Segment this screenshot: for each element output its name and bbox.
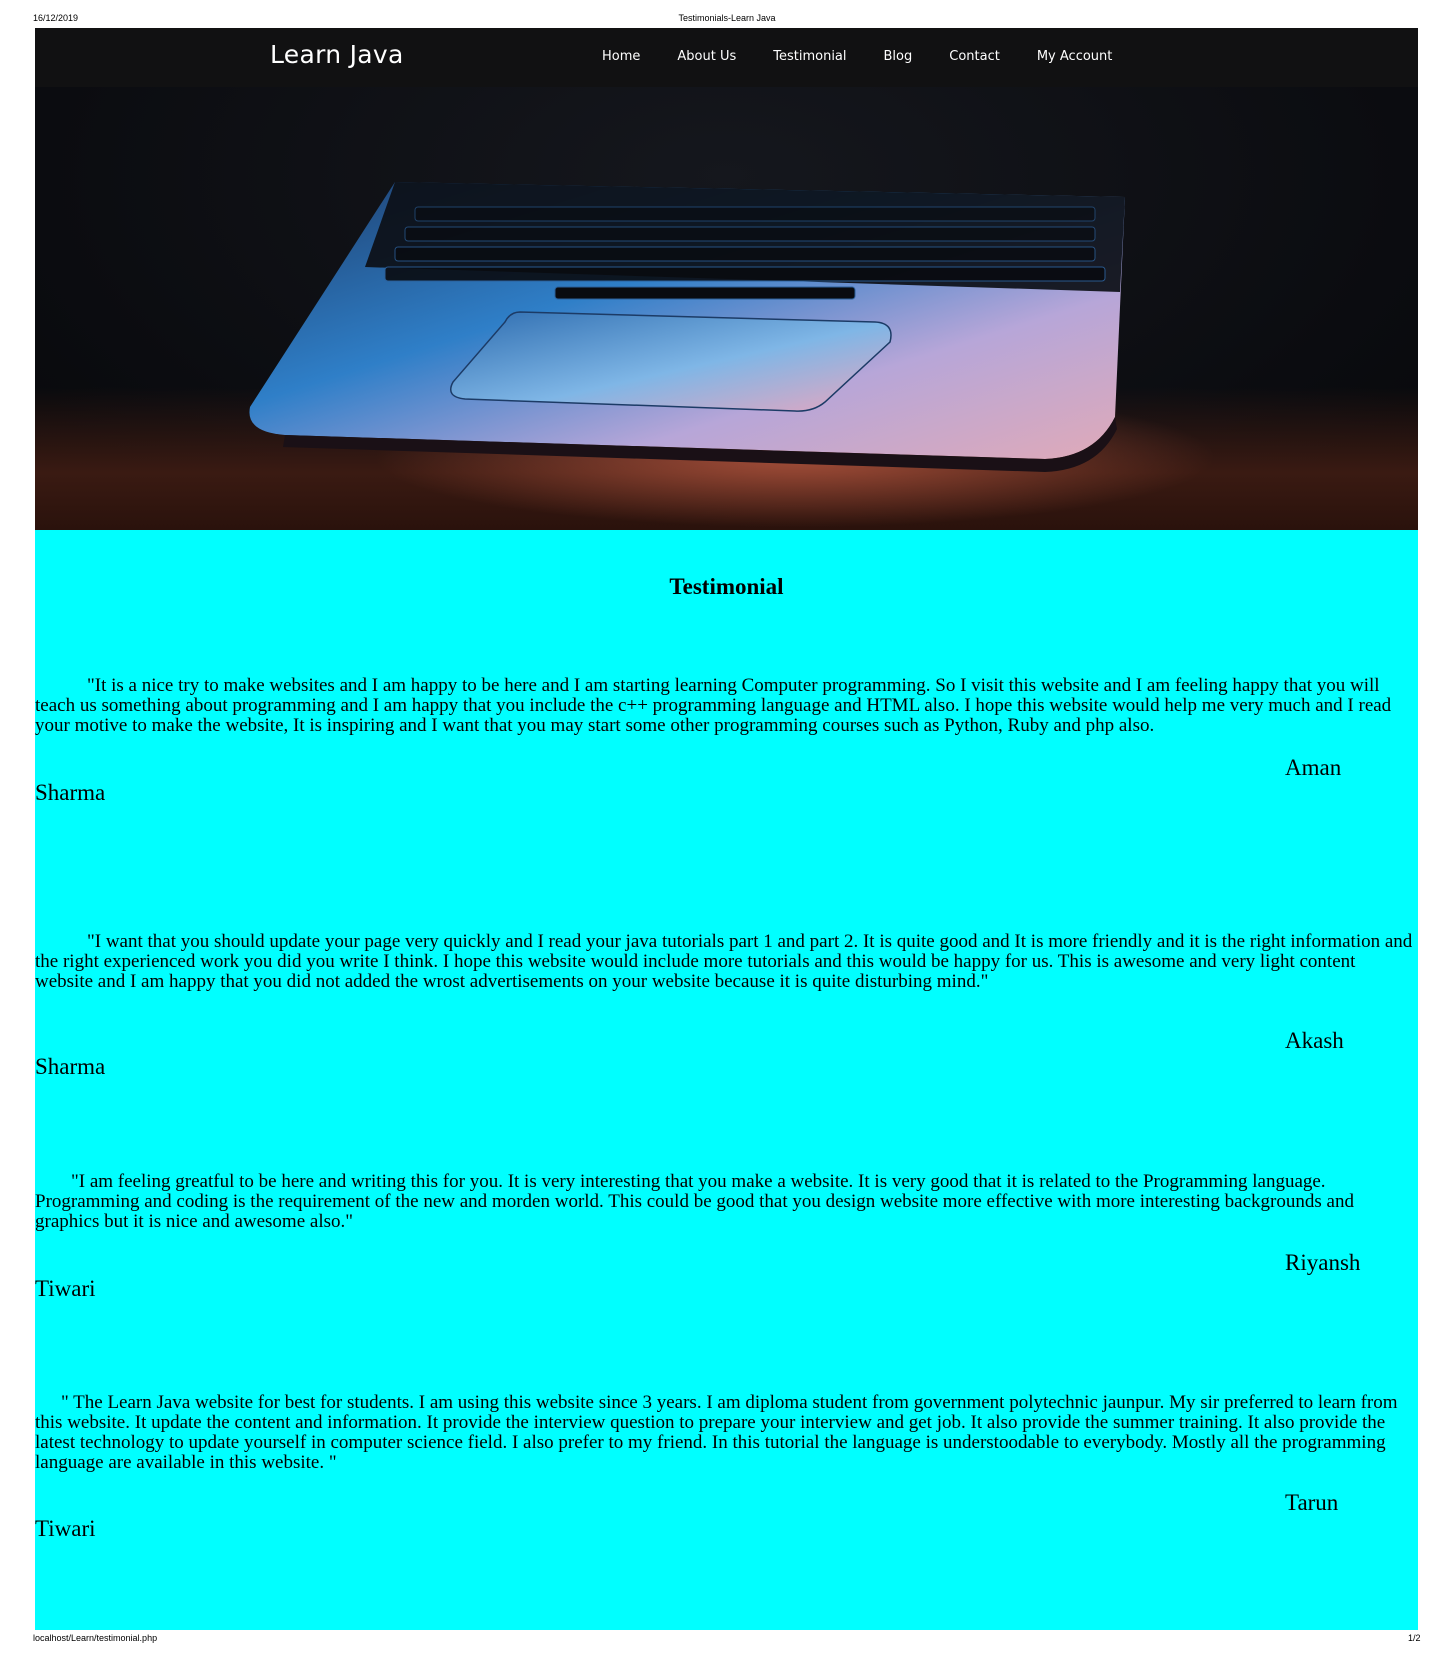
nav-link-blog[interactable]: Blog [884,49,913,64]
page-container: Learn Java Home About Us Testimonial Blo… [35,28,1418,1630]
nav-link-testimonial[interactable]: Testimonial [773,49,846,64]
print-page-number: 1/2 [1408,1633,1421,1643]
print-page-title: Testimonials-Learn Java [678,13,776,23]
testimonial-author-first-name: Riyansh [1285,1250,1361,1275]
testimonial-quote: " The Learn Java website for best for st… [35,1392,1398,1473]
testimonial-quote: "It is a nice try to make websites and I… [35,675,1392,736]
testimonial-quote: "I am feeling greatful to be here and wr… [35,1171,1354,1232]
testimonial-author-last-name: Tiwari [35,1276,96,1301]
testimonial-author-last-name: Sharma [35,780,106,805]
testimonial-quote: "I want that you should update your page… [35,931,1413,992]
testimonial-author-last-name: Sharma [35,1054,106,1079]
laptop-illustration [249,182,1215,527]
testimonial-author-first-name: Akash [1285,1028,1344,1053]
brand-logo[interactable]: Learn Java [270,40,404,69]
nav-link-about-us[interactable]: About Us [677,49,736,64]
navbar: Learn Java Home About Us Testimonial Blo… [35,28,1418,87]
section-title: Testimonial [669,574,784,599]
testimonial-author-first-name: Aman [1285,755,1342,780]
nav-link-home[interactable]: Home [602,49,640,64]
nav-menu: Home About Us Testimonial Blog Contact M… [602,49,1149,64]
testimonial-author-last-name: Tiwari [35,1516,96,1541]
nav-link-my-account[interactable]: My Account [1037,49,1113,64]
print-url: localhost/Learn/testimonial.php [33,1633,158,1643]
hero-image [35,87,1418,530]
testimonial-author-first-name: Tarun [1285,1490,1339,1515]
nav-link-contact[interactable]: Contact [949,49,1000,64]
